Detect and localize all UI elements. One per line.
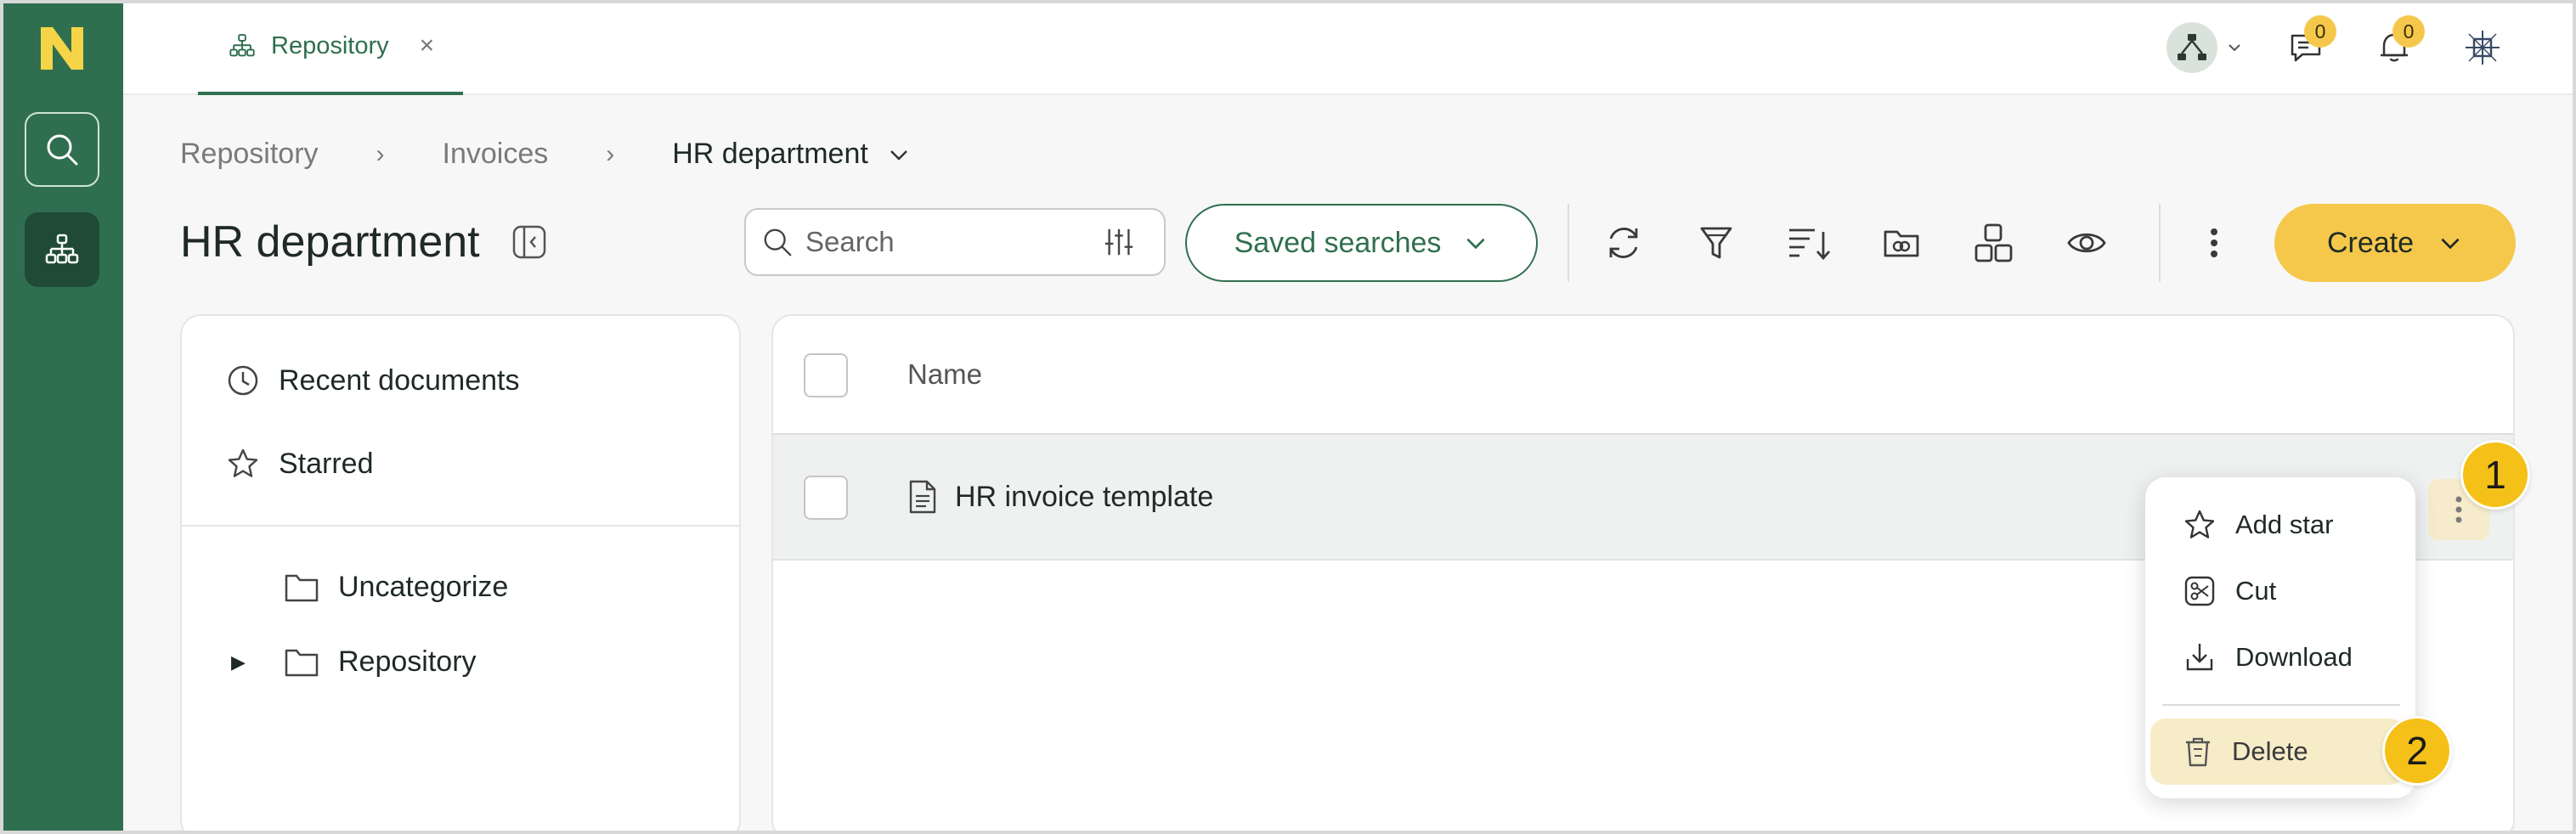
hierarchy-icon — [229, 34, 255, 57]
filter-sliders-icon[interactable] — [1103, 226, 1135, 258]
step-marker-2: 2 — [2382, 716, 2452, 786]
breadcrumb-current[interactable]: HR department — [672, 138, 868, 171]
menu-item-label: Delete — [2232, 736, 2308, 766]
workspace-switcher[interactable] — [2166, 22, 2243, 73]
collapse-panel-icon[interactable] — [511, 223, 548, 261]
sort-button[interactable] — [1785, 219, 1833, 267]
panel-divider — [182, 525, 739, 527]
rail-search-button[interactable] — [25, 112, 99, 187]
page-title: HR department — [180, 217, 480, 267]
more-options-button[interactable] — [2190, 219, 2238, 267]
messages-badge: 0 — [2304, 15, 2336, 48]
linked-folder-button[interactable] — [1878, 219, 1925, 267]
saved-searches-label: Saved searches — [1234, 226, 1442, 259]
search-input[interactable] — [805, 226, 1103, 258]
tab-repository[interactable]: Repository × — [198, 0, 463, 95]
messages-button[interactable]: 0 — [2280, 15, 2336, 73]
folder-label: Uncategorize — [338, 571, 509, 603]
scissors-icon — [2184, 576, 2215, 606]
left-rail — [0, 0, 123, 834]
select-all-checkbox[interactable] — [804, 353, 848, 397]
row-checkbox[interactable] — [804, 476, 848, 520]
menu-item-label: Add star — [2235, 510, 2334, 539]
avatar — [2166, 22, 2217, 73]
toolbar-divider — [1568, 204, 1569, 282]
search-icon — [47, 134, 78, 166]
breadcrumb-repository[interactable]: Repository — [180, 138, 319, 171]
row-context-menu: Add star Cut Download Delete — [2145, 477, 2415, 798]
filter-icon — [1700, 227, 1732, 259]
create-button[interactable]: Create — [2274, 204, 2516, 282]
menu-item-label: Cut — [2235, 576, 2277, 606]
menu-item-delete[interactable]: Delete — [2150, 718, 2405, 785]
folder-link-icon — [1884, 230, 1919, 257]
row-name-cell[interactable]: HR invoice template — [907, 479, 1213, 515]
table-header: Name — [773, 316, 2513, 435]
clock-icon — [228, 365, 258, 396]
create-label: Create — [2326, 226, 2415, 259]
integrations-button[interactable] — [2457, 22, 2508, 73]
expand-caret-icon[interactable]: ▶ — [231, 651, 265, 673]
chevron-down-icon — [2441, 238, 2460, 250]
tab-label: Repository — [271, 31, 389, 59]
refresh-button[interactable] — [1600, 219, 1647, 267]
top-bar: Repository × 0 0 — [123, 0, 2576, 95]
more-vertical-icon — [2455, 496, 2462, 523]
menu-item-add-star[interactable]: Add star — [2183, 508, 2333, 542]
hierarchy-icon — [45, 234, 79, 264]
chevron-down-icon — [2229, 44, 2240, 52]
refresh-icon — [1609, 228, 1638, 258]
breadcrumb-separator: › — [606, 139, 615, 168]
star-icon — [228, 448, 258, 477]
tab-close-button[interactable]: × — [420, 31, 435, 60]
breadcrumb: Repository › Invoices › HR department — [180, 138, 911, 171]
column-name-header[interactable]: Name — [907, 358, 982, 391]
breadcrumb-invoices[interactable]: Invoices — [443, 138, 549, 171]
starred-label: Starred — [279, 447, 374, 480]
folder-icon — [285, 649, 319, 676]
document-icon — [909, 480, 936, 514]
menu-divider — [2162, 704, 2400, 706]
search-icon — [764, 228, 792, 256]
network-icon — [2178, 34, 2206, 60]
step-marker-1: 1 — [2460, 440, 2530, 510]
folder-repository[interactable]: ▶ Repository — [231, 645, 477, 679]
notifications-badge: 0 — [2392, 15, 2425, 48]
folder-icon — [285, 574, 319, 601]
recent-documents-item[interactable]: Recent documents — [226, 363, 520, 397]
recent-documents-label: Recent documents — [279, 363, 520, 397]
chevron-down-icon[interactable] — [887, 143, 911, 166]
chevron-down-icon — [1466, 238, 1485, 250]
breadcrumb-separator: › — [376, 139, 385, 168]
star-icon — [2184, 510, 2215, 538]
download-icon — [2186, 644, 2213, 671]
folder-label: Repository — [338, 645, 477, 678]
search-box — [744, 208, 1166, 276]
logo-icon[interactable] — [37, 24, 87, 73]
document-name: HR invoice template — [955, 480, 1214, 513]
toolbar-divider — [2159, 204, 2161, 282]
grid-network-icon — [2466, 31, 2500, 65]
menu-item-download[interactable]: Download — [2183, 640, 2353, 674]
header-actions: 0 0 — [2166, 15, 2508, 75]
menu-item-cut[interactable]: Cut — [2183, 574, 2276, 608]
folder-uncategorize[interactable]: Uncategorize — [284, 571, 508, 604]
saved-searches-button[interactable]: Saved searches — [1185, 204, 1538, 282]
trash-icon — [2186, 737, 2210, 767]
view-options-button[interactable] — [1970, 219, 2018, 267]
notifications-button[interactable]: 0 — [2369, 15, 2425, 73]
rail-repository-button[interactable] — [25, 212, 99, 287]
shapes-icon — [1974, 223, 2013, 262]
starred-item[interactable]: Starred — [226, 447, 374, 481]
navigation-panel: Recent documents Starred Uncategorize ▶ … — [180, 314, 741, 834]
sort-descending-icon — [1789, 228, 1831, 261]
filter-button[interactable] — [1692, 219, 1740, 267]
menu-item-label: Download — [2235, 642, 2353, 672]
eye-icon — [2067, 233, 2106, 253]
more-vertical-icon — [2211, 228, 2217, 257]
preview-button[interactable] — [2063, 219, 2110, 267]
